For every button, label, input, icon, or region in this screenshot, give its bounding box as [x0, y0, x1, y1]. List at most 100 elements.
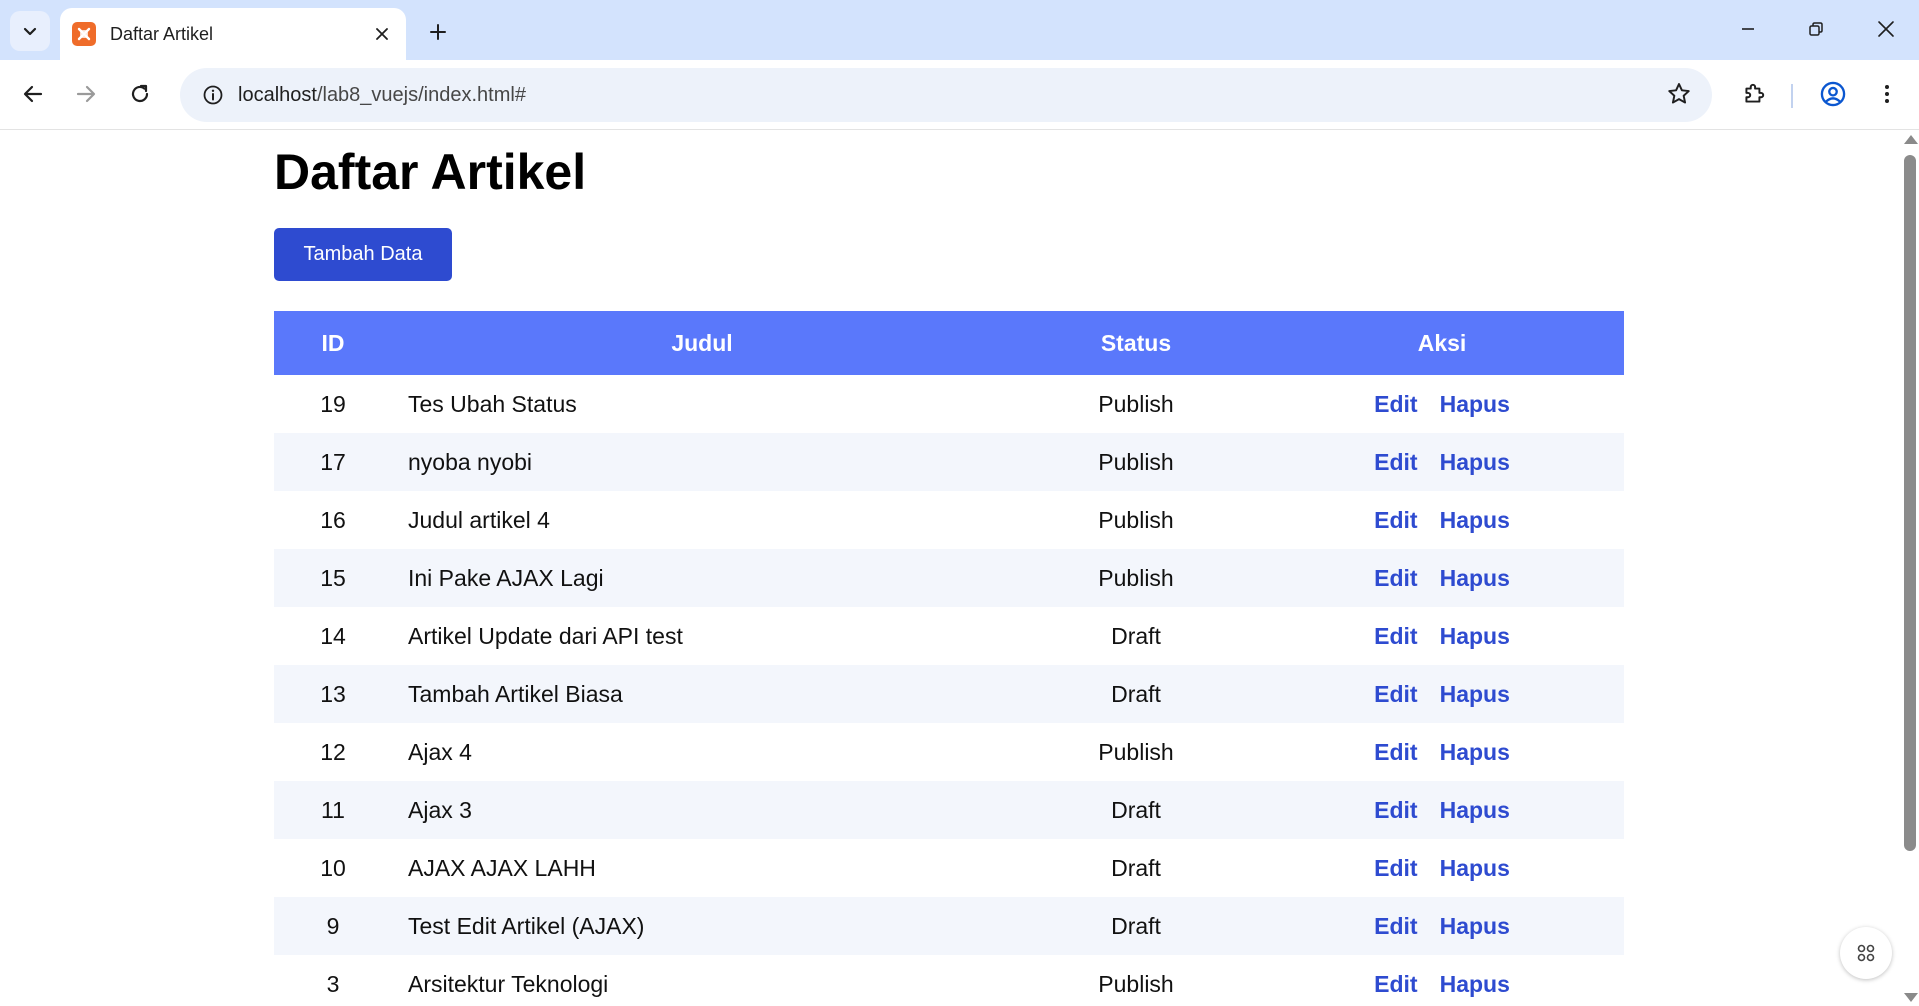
tab-close-button[interactable]: [370, 22, 394, 46]
extensions-button[interactable]: [1734, 74, 1774, 114]
cell-title: Arsitektur Teknologi: [408, 970, 609, 997]
table-row: 12 Ajax 4 Publish Edit Hapus: [274, 723, 1624, 781]
edit-link[interactable]: Edit: [1374, 797, 1417, 824]
site-info-button[interactable]: [188, 84, 238, 106]
table-row: 19 Tes Ubah Status Publish Edit Hapus: [274, 375, 1624, 433]
cell-actions: Edit Hapus: [1260, 375, 1624, 433]
cell-status: Publish: [1098, 506, 1174, 533]
arrow-right-icon: [76, 85, 96, 103]
cell-id: 13: [320, 680, 346, 707]
cell-actions: Edit Hapus: [1260, 607, 1624, 665]
cell-status: Draft: [1111, 796, 1161, 823]
floating-action-button[interactable]: [1840, 927, 1892, 979]
url-host: localhost: [238, 83, 317, 106]
edit-link[interactable]: Edit: [1374, 565, 1417, 592]
delete-link[interactable]: Hapus: [1440, 565, 1510, 592]
cell-actions: Edit Hapus: [1260, 839, 1624, 897]
close-window-button[interactable]: [1858, 6, 1914, 52]
edit-link[interactable]: Edit: [1374, 913, 1417, 940]
cell-id: 12: [320, 738, 346, 765]
table-row: 13 Tambah Artikel Biasa Draft Edit Hapus: [274, 665, 1624, 723]
delete-link[interactable]: Hapus: [1440, 391, 1510, 418]
edit-link[interactable]: Edit: [1374, 623, 1417, 650]
url-path: /lab8_vuejs/index.html#: [316, 83, 526, 106]
restore-button[interactable]: [1788, 6, 1844, 52]
page-viewport: Daftar Artikel Tambah Data ID Judul Stat…: [0, 131, 1919, 1006]
forward-button[interactable]: [66, 74, 106, 114]
edit-link[interactable]: Edit: [1374, 391, 1417, 418]
cell-actions: Edit Hapus: [1260, 955, 1624, 1006]
cell-id: 11: [321, 796, 345, 823]
column-header-status: Status: [1100, 329, 1172, 356]
table-row: 10 AJAX AJAX LAHH Draft Edit Hapus: [274, 839, 1624, 897]
edit-link[interactable]: Edit: [1374, 971, 1417, 998]
cell-id: 17: [320, 448, 346, 475]
cell-status: Publish: [1098, 970, 1174, 997]
delete-link[interactable]: Hapus: [1440, 681, 1510, 708]
cell-status: Draft: [1111, 854, 1161, 881]
cell-actions: Edit Hapus: [1260, 723, 1624, 781]
cell-title: Tes Ubah Status: [408, 390, 577, 417]
articles-table: ID Judul Status Aksi 19 Tes Ubah Status …: [274, 311, 1624, 1006]
column-header-actions: Aksi: [1417, 329, 1467, 356]
new-tab-button[interactable]: [420, 14, 456, 50]
cell-actions: Edit Hapus: [1260, 549, 1624, 607]
command-icon: [1857, 944, 1875, 962]
delete-link[interactable]: Hapus: [1440, 855, 1510, 882]
cell-actions: Edit Hapus: [1260, 491, 1624, 549]
table-row: 16 Judul artikel 4 Publish Edit Hapus: [274, 491, 1624, 549]
cell-status: Publish: [1098, 390, 1174, 417]
delete-link[interactable]: Hapus: [1440, 971, 1510, 998]
profile-button[interactable]: [1813, 74, 1853, 114]
account-icon: [1820, 81, 1846, 107]
delete-link[interactable]: Hapus: [1440, 913, 1510, 940]
delete-link[interactable]: Hapus: [1440, 507, 1510, 534]
back-button[interactable]: [13, 74, 53, 114]
table-row: 3 Arsitektur Teknologi Publish Edit Hapus: [274, 955, 1624, 1006]
cell-actions: Edit Hapus: [1260, 781, 1624, 839]
table-row: 11 Ajax 3 Draft Edit Hapus: [274, 781, 1624, 839]
delete-link[interactable]: Hapus: [1440, 797, 1510, 824]
cell-title: Ini Pake AJAX Lagi: [408, 564, 604, 591]
add-data-button[interactable]: Tambah Data: [274, 228, 452, 281]
cell-status: Draft: [1111, 622, 1161, 649]
articles-table-body: 19 Tes Ubah Status Publish Edit Hapus 17 …: [274, 375, 1624, 1006]
edit-link[interactable]: Edit: [1374, 739, 1417, 766]
close-icon: [376, 28, 388, 40]
cell-status: Publish: [1098, 564, 1174, 591]
delete-link[interactable]: Hapus: [1440, 449, 1510, 476]
minimize-icon: [1742, 28, 1754, 30]
url-text: localhost/lab8_vuejs/index.html#: [238, 84, 526, 107]
browser-tab[interactable]: Daftar Artikel: [60, 8, 406, 60]
bookmark-button[interactable]: [1666, 81, 1692, 112]
delete-link[interactable]: Hapus: [1440, 739, 1510, 766]
vertical-scrollbar[interactable]: [1902, 131, 1919, 1006]
cell-title: Ajax 4: [408, 738, 472, 765]
restore-icon: [1809, 22, 1823, 36]
cell-status: Publish: [1098, 738, 1174, 765]
cell-title: Tambah Artikel Biasa: [408, 680, 623, 707]
edit-link[interactable]: Edit: [1374, 449, 1417, 476]
close-icon: [1878, 21, 1894, 37]
page-title: Daftar Artikel: [274, 144, 587, 200]
edit-link[interactable]: Edit: [1374, 681, 1417, 708]
puzzle-icon: [1745, 83, 1765, 103]
edit-link[interactable]: Edit: [1374, 507, 1417, 534]
cell-title: AJAX AJAX LAHH: [408, 854, 596, 881]
delete-link[interactable]: Hapus: [1440, 623, 1510, 650]
table-row: 9 Test Edit Artikel (AJAX) Draft Edit Hap…: [274, 897, 1624, 955]
table-row: 15 Ini Pake AJAX Lagi Publish Edit Hapus: [274, 549, 1624, 607]
address-bar[interactable]: localhost/lab8_vuejs/index.html#: [180, 68, 1712, 122]
scroll-up-arrow-icon[interactable]: [1904, 135, 1918, 144]
tab-search-button[interactable]: [10, 11, 50, 51]
cell-id: 15: [320, 564, 346, 591]
chevron-down-icon: [23, 27, 37, 36]
reload-button[interactable]: [120, 74, 160, 114]
minimize-button[interactable]: [1720, 6, 1776, 52]
browser-menu-button[interactable]: [1867, 74, 1907, 114]
scrollbar-thumb[interactable]: [1904, 155, 1916, 851]
star-icon: [1668, 83, 1690, 104]
edit-link[interactable]: Edit: [1374, 855, 1417, 882]
cell-id: 9: [326, 912, 340, 939]
scroll-down-arrow-icon[interactable]: [1904, 993, 1918, 1002]
